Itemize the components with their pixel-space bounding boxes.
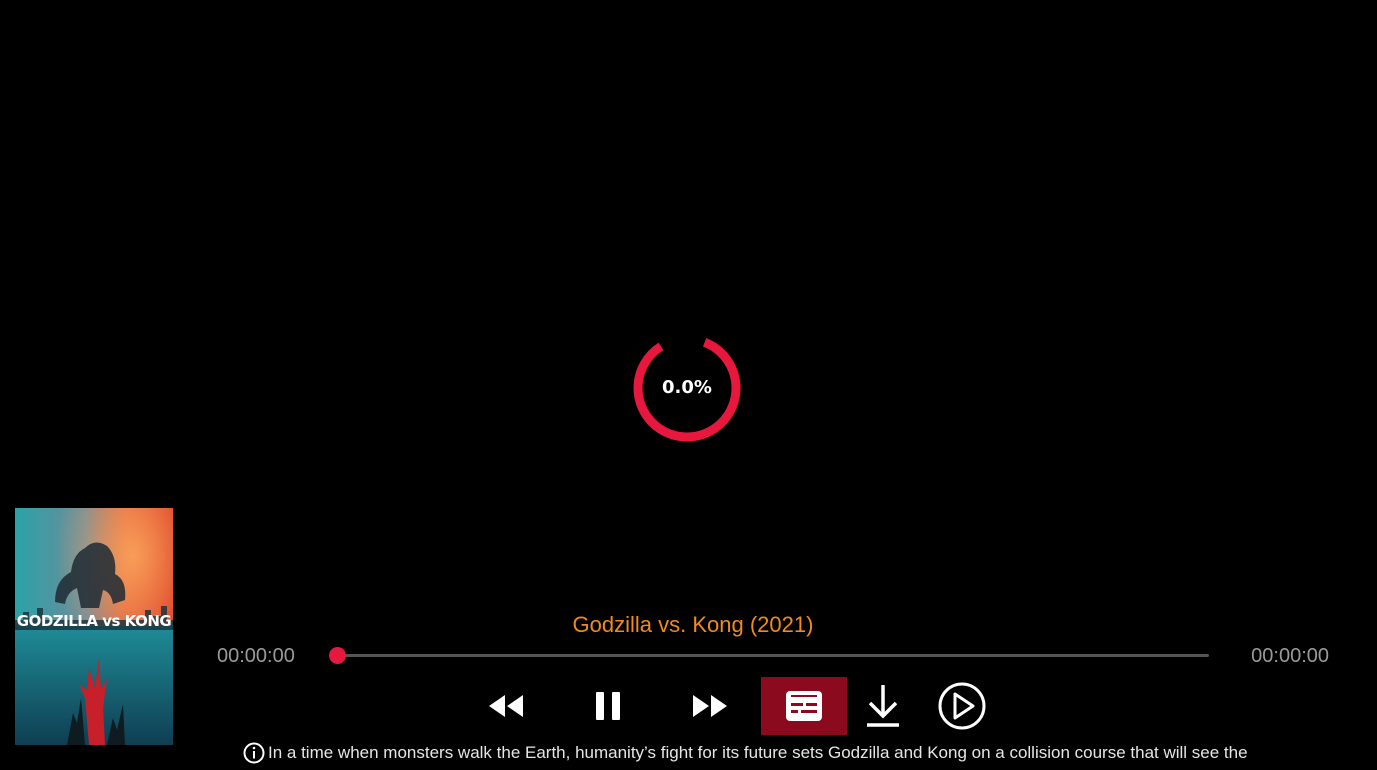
video-player: 0.0% GODZILLA vs KONG Godzilla vs. Kong … [0,0,1377,770]
seek-bar[interactable] [329,647,1209,664]
subtitles-button[interactable] [761,677,847,735]
seek-handle[interactable] [329,647,346,664]
play-next-icon [938,682,986,730]
loading-spinner: 0.0% [632,333,742,443]
pause-icon [596,692,620,720]
fast-forward-icon [693,695,727,717]
description-text: In a time when monsters walk the Earth, … [268,743,1248,762]
subtitles-icon [786,691,822,721]
play-next-button[interactable] [935,680,989,732]
info-icon [243,742,265,764]
loading-percentage: 0.0% [662,377,712,398]
movie-poster[interactable]: GODZILLA vs KONG [15,508,173,745]
download-button[interactable] [857,680,909,732]
movie-description: In a time when monsters walk the Earth, … [243,742,1353,764]
pause-button[interactable] [582,680,634,732]
download-icon [867,685,899,727]
movie-title: Godzilla vs. Kong (2021) [572,612,814,637]
fast-forward-button[interactable] [684,680,736,732]
total-time: 00:00:00 [1251,645,1329,667]
current-time: 00:00:00 [217,645,295,667]
rewind-button[interactable] [480,680,532,732]
poster-logo: GODZILLA vs KONG [17,612,172,630]
rewind-icon [489,695,523,717]
